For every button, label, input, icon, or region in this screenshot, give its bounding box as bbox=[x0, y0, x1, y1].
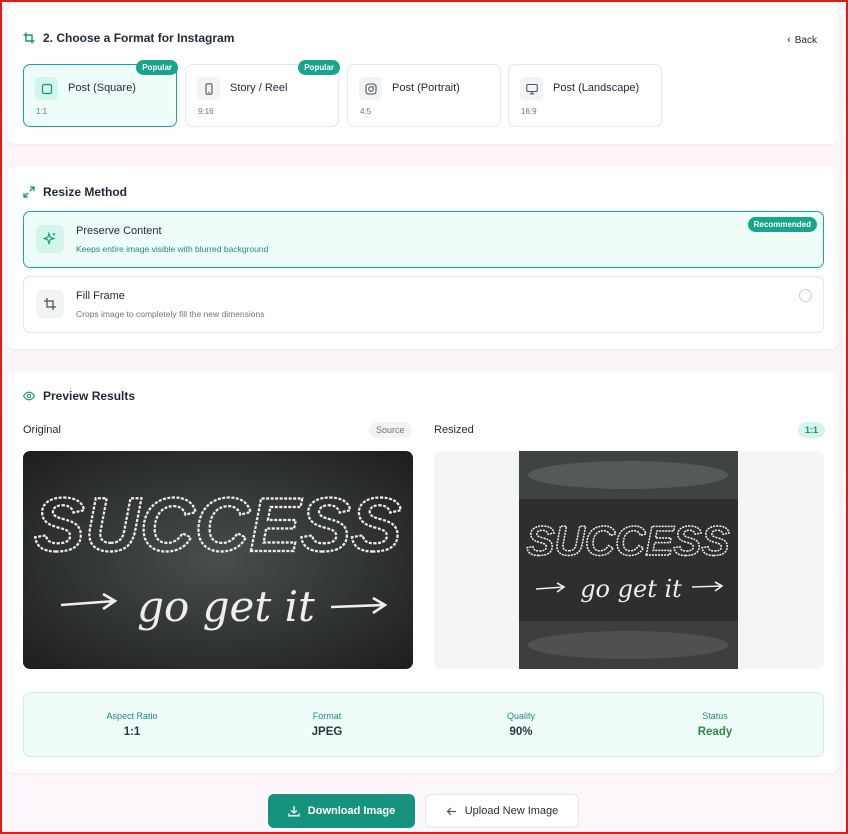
ratio-pill: 1:1 bbox=[798, 422, 826, 438]
stat-format: Format JPEG bbox=[227, 711, 427, 738]
format-section: 2. Choose a Format for Instagram ‹ Back … bbox=[7, 6, 839, 144]
format-card-post-portrait[interactable]: Post (Portrait) 4:5 bbox=[347, 64, 501, 127]
resize-section-title: Resize Method bbox=[43, 185, 128, 199]
preview-section: Preview Results Original Source Resized … bbox=[7, 371, 839, 773]
format-card-label: Post (Square) bbox=[68, 82, 136, 94]
method-description: Keeps entire image visible with blurred … bbox=[76, 244, 269, 254]
sparkle-icon bbox=[36, 225, 64, 253]
format-card-ratio: 16:9 bbox=[521, 107, 537, 116]
stat-quality: Quality 90% bbox=[421, 711, 621, 738]
stat-key: Status bbox=[702, 711, 728, 721]
recommended-badge: Recommended bbox=[747, 217, 817, 232]
download-icon bbox=[288, 806, 300, 817]
format-card-label: Post (Portrait) bbox=[392, 82, 460, 94]
format-card-post-landscape[interactable]: Post (Landscape) 16:9 bbox=[508, 64, 662, 127]
method-fill-frame[interactable]: Fill Frame Crops image to completely fil… bbox=[23, 276, 824, 333]
image-text-go-get-it: go get it bbox=[137, 582, 315, 631]
phone-icon bbox=[197, 77, 220, 100]
stat-key: Quality bbox=[506, 711, 535, 721]
resized-label: Resized bbox=[434, 424, 474, 436]
method-description: Crops image to completely fill the new d… bbox=[76, 309, 265, 319]
stat-value: JPEG bbox=[311, 726, 343, 738]
stat-aspect-ratio: Aspect Ratio 1:1 bbox=[32, 711, 232, 738]
preview-section-title: Preview Results bbox=[43, 389, 136, 403]
resize-section-header: Resize Method bbox=[23, 185, 127, 199]
chevron-left-icon: ‹ bbox=[787, 34, 791, 46]
back-button[interactable]: ‹ Back bbox=[787, 34, 817, 46]
resized-text-success: SUCCESS bbox=[526, 517, 729, 564]
stat-value: 1:1 bbox=[123, 726, 141, 738]
method-title: Preserve Content bbox=[76, 225, 162, 237]
arrow-left-icon bbox=[446, 807, 456, 815]
square-icon bbox=[35, 77, 58, 100]
upload-button-label: Upload New Image bbox=[464, 805, 559, 817]
download-image-button[interactable]: Download Image bbox=[268, 794, 415, 828]
instagram-icon bbox=[359, 77, 382, 100]
stat-status: Status Ready bbox=[615, 711, 815, 738]
format-section-title: 2. Choose a Format for Instagram bbox=[43, 31, 235, 45]
method-radio[interactable] bbox=[799, 289, 812, 302]
stat-value: Ready bbox=[697, 726, 733, 738]
resized-text-go-get-it: go get it bbox=[580, 575, 682, 603]
monitor-icon bbox=[520, 77, 543, 100]
resize-section: Resize Method Preserve Content Keeps ent… bbox=[7, 166, 839, 349]
format-card-story-reel[interactable]: Story / Reel 9:16 Popular bbox=[185, 60, 340, 127]
format-card-label: Post (Landscape) bbox=[553, 82, 640, 94]
stat-value: 90% bbox=[509, 726, 533, 738]
resized-image-container: SUCCESS go get it bbox=[434, 451, 824, 669]
crop-icon bbox=[36, 290, 64, 318]
image-text-success: SUCCESS bbox=[34, 483, 401, 568]
stats-panel: Aspect Ratio 1:1 Format JPEG Quality 90%… bbox=[23, 692, 824, 757]
format-card-ratio: 9:16 bbox=[198, 107, 214, 116]
method-preserve-content[interactable]: Preserve Content Keeps entire image visi… bbox=[23, 211, 824, 268]
eye-icon bbox=[23, 391, 35, 401]
format-card-ratio: 1:1 bbox=[36, 107, 48, 116]
popular-badge: Popular bbox=[298, 60, 340, 75]
upload-new-image-button[interactable]: Upload New Image bbox=[425, 794, 579, 828]
format-card-post-square[interactable]: Post (Square) 1:1 Popular bbox=[23, 60, 178, 127]
format-card-label: Story / Reel bbox=[230, 82, 288, 94]
original-image: SUCCESS go get it bbox=[23, 451, 413, 669]
download-button-label: Download Image bbox=[307, 805, 396, 817]
expand-icon bbox=[23, 186, 35, 198]
crop-icon bbox=[23, 32, 35, 44]
preview-section-header: Preview Results bbox=[23, 389, 135, 403]
original-label: Original bbox=[23, 424, 61, 436]
resized-image: SUCCESS go get it bbox=[519, 451, 738, 669]
source-pill: Source bbox=[369, 422, 412, 438]
stat-key: Aspect Ratio bbox=[106, 711, 158, 721]
back-button-label: Back bbox=[794, 34, 817, 46]
format-section-header: 2. Choose a Format for Instagram bbox=[23, 31, 234, 45]
format-card-ratio: 4:5 bbox=[360, 107, 372, 116]
stat-key: Format bbox=[312, 711, 342, 721]
method-title: Fill Frame bbox=[76, 290, 125, 302]
popular-badge: Popular bbox=[136, 60, 178, 75]
